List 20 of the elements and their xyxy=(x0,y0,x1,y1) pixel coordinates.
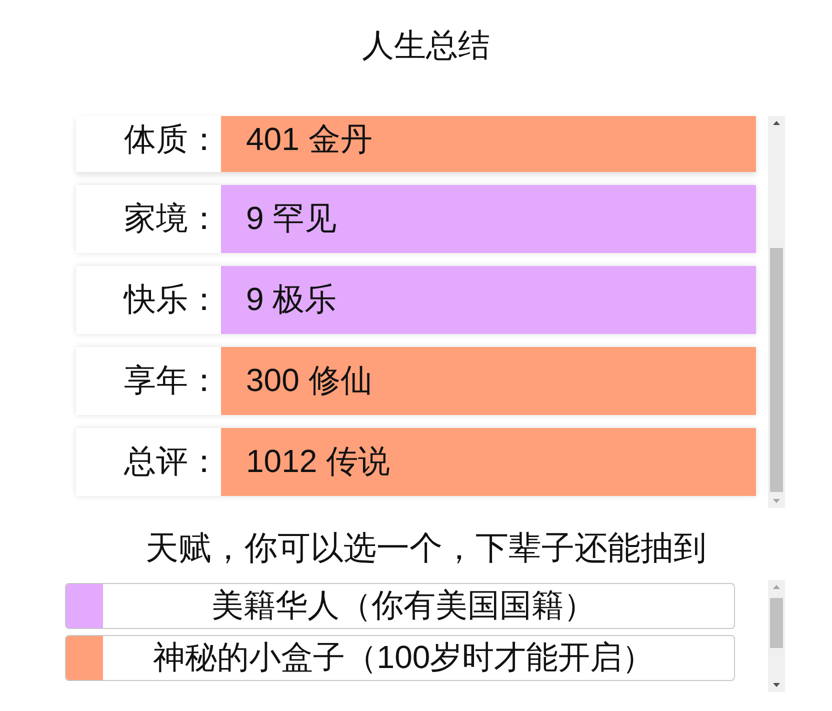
stat-label: 家境： xyxy=(123,199,221,238)
scrollbar-thumb[interactable] xyxy=(770,248,783,492)
stat-value: 300 修仙 xyxy=(221,347,756,415)
scrollbar-track[interactable] xyxy=(768,580,785,692)
scrollbar-track[interactable] xyxy=(768,116,785,508)
stat-value: 1012 传说 xyxy=(221,428,756,496)
scroll-down-arrow-icon[interactable] xyxy=(773,683,780,687)
talent-heading: 天赋，你可以选一个，下辈子还能抽到 xyxy=(144,528,708,568)
talent-item[interactable]: 神秘的小盒子（100岁时才能开启） xyxy=(65,635,735,681)
stat-label: 体质： xyxy=(123,120,221,159)
stat-value: 401 金丹 xyxy=(221,116,756,172)
stat-label: 总评： xyxy=(122,442,221,481)
scroll-up-arrow-icon[interactable] xyxy=(773,121,780,125)
stat-value: 9 极乐 xyxy=(221,266,756,334)
stat-label: 快乐： xyxy=(122,280,221,319)
stat-value: 9 罕见 xyxy=(221,185,756,253)
page-title: 人生总结 xyxy=(361,26,491,65)
scrollbar-thumb[interactable] xyxy=(770,598,783,648)
stat-label: 享年： xyxy=(123,361,221,400)
talent-item[interactable]: 美籍华人（你有美国国籍） xyxy=(65,583,735,629)
